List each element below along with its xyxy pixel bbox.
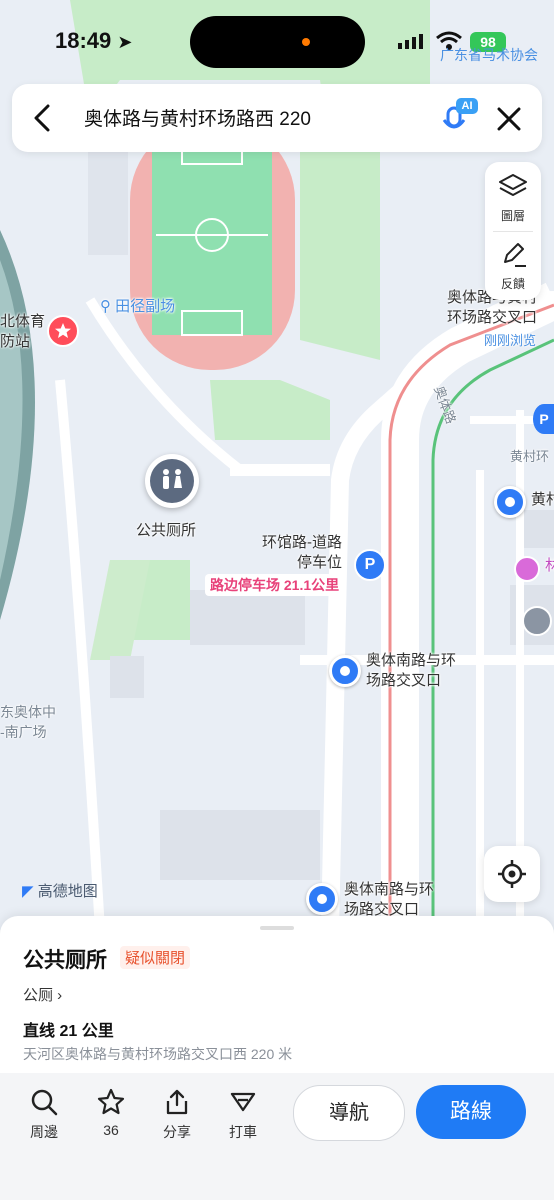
edit-icon [504,243,526,267]
logo-arrow-icon: ◤ [22,883,34,900]
place-category[interactable]: 公厕 › [23,984,62,1005]
track-field-label[interactable]: ⚲ 田径副场 [100,297,175,317]
right-road-label: 黄村环 [510,449,550,464]
clock: 18:49 ➤ [55,28,133,53]
place-name: 公共厕所 [23,949,107,972]
left-poi-label[interactable]: 北体育 防站 [0,312,45,352]
toilet-pin[interactable] [145,454,199,508]
navigate-button[interactable]: 導航 [293,1085,405,1141]
layers-button[interactable]: 圖層 [485,170,541,228]
map-logo: ◤ 高德地图 [22,883,98,900]
favorite-button[interactable]: 36 [89,1088,133,1138]
taxi-icon [230,1092,256,1112]
place-address: 天河区奥体路与黄村环场路交叉口西 220 米 [23,1046,293,1062]
recent-view-label: 刚刚浏览 [484,333,537,348]
left-area-label[interactable]: 东奥体中 -南广场 [0,702,56,742]
parking-edge-icon[interactable]: P [533,404,554,434]
junction-bottom-label[interactable]: 奥体南路与环 场路交叉口 [344,880,434,920]
share-icon [166,1089,188,1115]
junction-bottom-pin-icon[interactable] [306,883,338,915]
parking-icon[interactable]: P [354,549,386,581]
junction-mid-label[interactable]: 奥体南路与环 场路交叉口 [366,651,456,691]
route-button[interactable]: 路線 [416,1085,526,1139]
layers-label: 圖層 [500,209,525,223]
nearby-button[interactable]: 周邊 [22,1088,66,1142]
cellular-icon [398,34,423,49]
ai-voice-button[interactable]: AI [442,98,478,138]
location-pin-icon[interactable] [494,486,526,518]
map-overlay-label: 广东省马术协会 [440,47,538,63]
feedback-button[interactable]: 反饋 [485,238,541,296]
taxi-button[interactable]: 打車 [221,1088,265,1142]
search-bar[interactable]: 奥体路与黄村环场路西 220 AI [12,84,542,152]
layers-icon [499,174,527,196]
toilet-label[interactable]: 公共厕所 [136,521,196,541]
favorite-count: 36 [103,1122,119,1138]
nearby-label: 周邊 [30,1124,58,1140]
status-badge: 疑似關閉 [120,946,191,969]
search-title[interactable]: 奥体路与黄村环场路西 220 [84,104,311,131]
locate-button[interactable] [484,846,540,902]
shop-icon[interactable] [514,556,540,582]
share-label: 分享 [163,1124,191,1140]
dynamic-island [190,16,365,68]
parking-gray-icon[interactable] [522,606,552,636]
star-icon [97,1088,125,1115]
feedback-label: 反饋 [500,277,525,291]
right-poi2-label[interactable]: 林 [545,556,554,576]
toilet-icon [150,459,194,503]
junction-mid-pin-icon[interactable] [329,655,361,687]
share-button[interactable]: 分享 [155,1088,199,1142]
right-poi-label[interactable]: 黄村 [531,490,554,510]
close-icon[interactable] [496,106,522,132]
place-distance: 直线 21 公里 [23,1023,114,1040]
sheet-handle[interactable] [260,926,294,930]
tools-divider [493,231,533,232]
map-tools: 圖層 反饋 [485,162,541,300]
locate-icon [498,860,526,888]
star-poi-icon[interactable] [47,315,79,347]
back-icon[interactable] [32,104,54,132]
parking-label[interactable]: 环馆路-道路 停车位 [257,533,342,573]
ai-badge: AI [456,98,478,114]
parking-tag[interactable]: 路边停车场 21.1公里 [205,574,345,596]
status-bar: 18:49 ➤ 98 广东省马术协会 [0,0,554,80]
search-icon [31,1089,58,1116]
taxi-label: 打車 [229,1124,257,1140]
